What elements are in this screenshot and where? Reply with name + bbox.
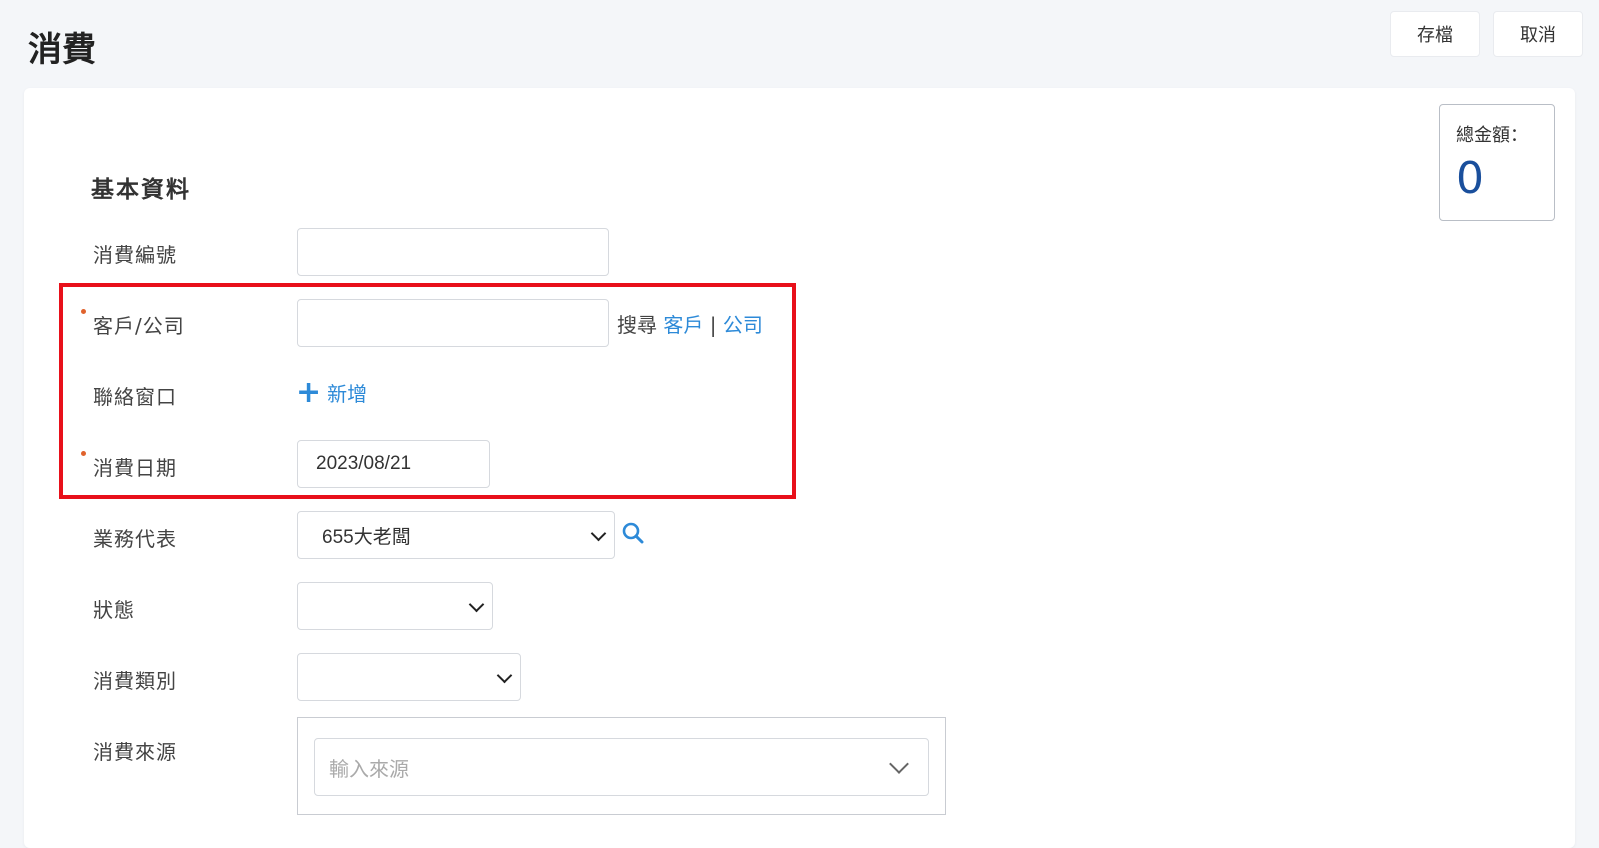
rep-label: 業務代表 [93,527,177,551]
chevron-down-icon [889,754,909,774]
rep-select[interactable]: 655大老闆 [297,511,615,559]
total-amount-box: 總金額： 0 [1439,104,1555,221]
section-title: 基本資料 [91,177,191,203]
contact-label: 聯絡窗口 [93,385,177,409]
category-select[interactable] [297,653,521,701]
page-title: 消費 [28,30,96,70]
total-amount-label: 總金額： [1456,125,1528,146]
chevron-down-icon [496,667,513,684]
source-input[interactable]: 輸入來源 [314,738,929,796]
chevron-down-icon [468,596,485,613]
search-customer-link[interactable]: 客戶 [663,313,703,337]
total-amount-value: 0 [1456,153,1484,204]
customer-search: 搜尋 客戶 | 公司 [617,309,763,338]
status-label: 狀態 [93,598,135,622]
save-button[interactable]: 存檔 [1390,11,1480,57]
search-icon[interactable] [621,521,645,545]
date-label: 消費日期 [93,456,177,480]
date-input[interactable]: 2023/08/21 [297,440,490,488]
add-contact-button[interactable]: + 新增 [296,374,368,410]
plus-icon: + [296,374,322,410]
number-input[interactable] [297,228,609,276]
status-select[interactable] [297,582,493,630]
search-prefix: 搜尋 [617,313,657,337]
source-label: 消費來源 [93,740,177,764]
search-separator: | [709,313,717,337]
add-contact-label: 新增 [327,382,368,406]
search-company-link[interactable]: 公司 [723,313,763,337]
number-label: 消費編號 [93,243,177,267]
source-container: 輸入來源 [297,717,946,815]
rep-select-value: 655大老闆 [322,526,411,548]
customer-label: 客戶/公司 [93,314,185,338]
customer-input[interactable] [297,299,609,347]
required-dot [81,451,86,456]
source-placeholder: 輸入來源 [329,756,409,781]
cancel-button[interactable]: 取消 [1493,11,1583,57]
chevron-down-icon [590,525,607,542]
category-label: 消費類別 [93,669,177,693]
required-dot [81,309,86,314]
